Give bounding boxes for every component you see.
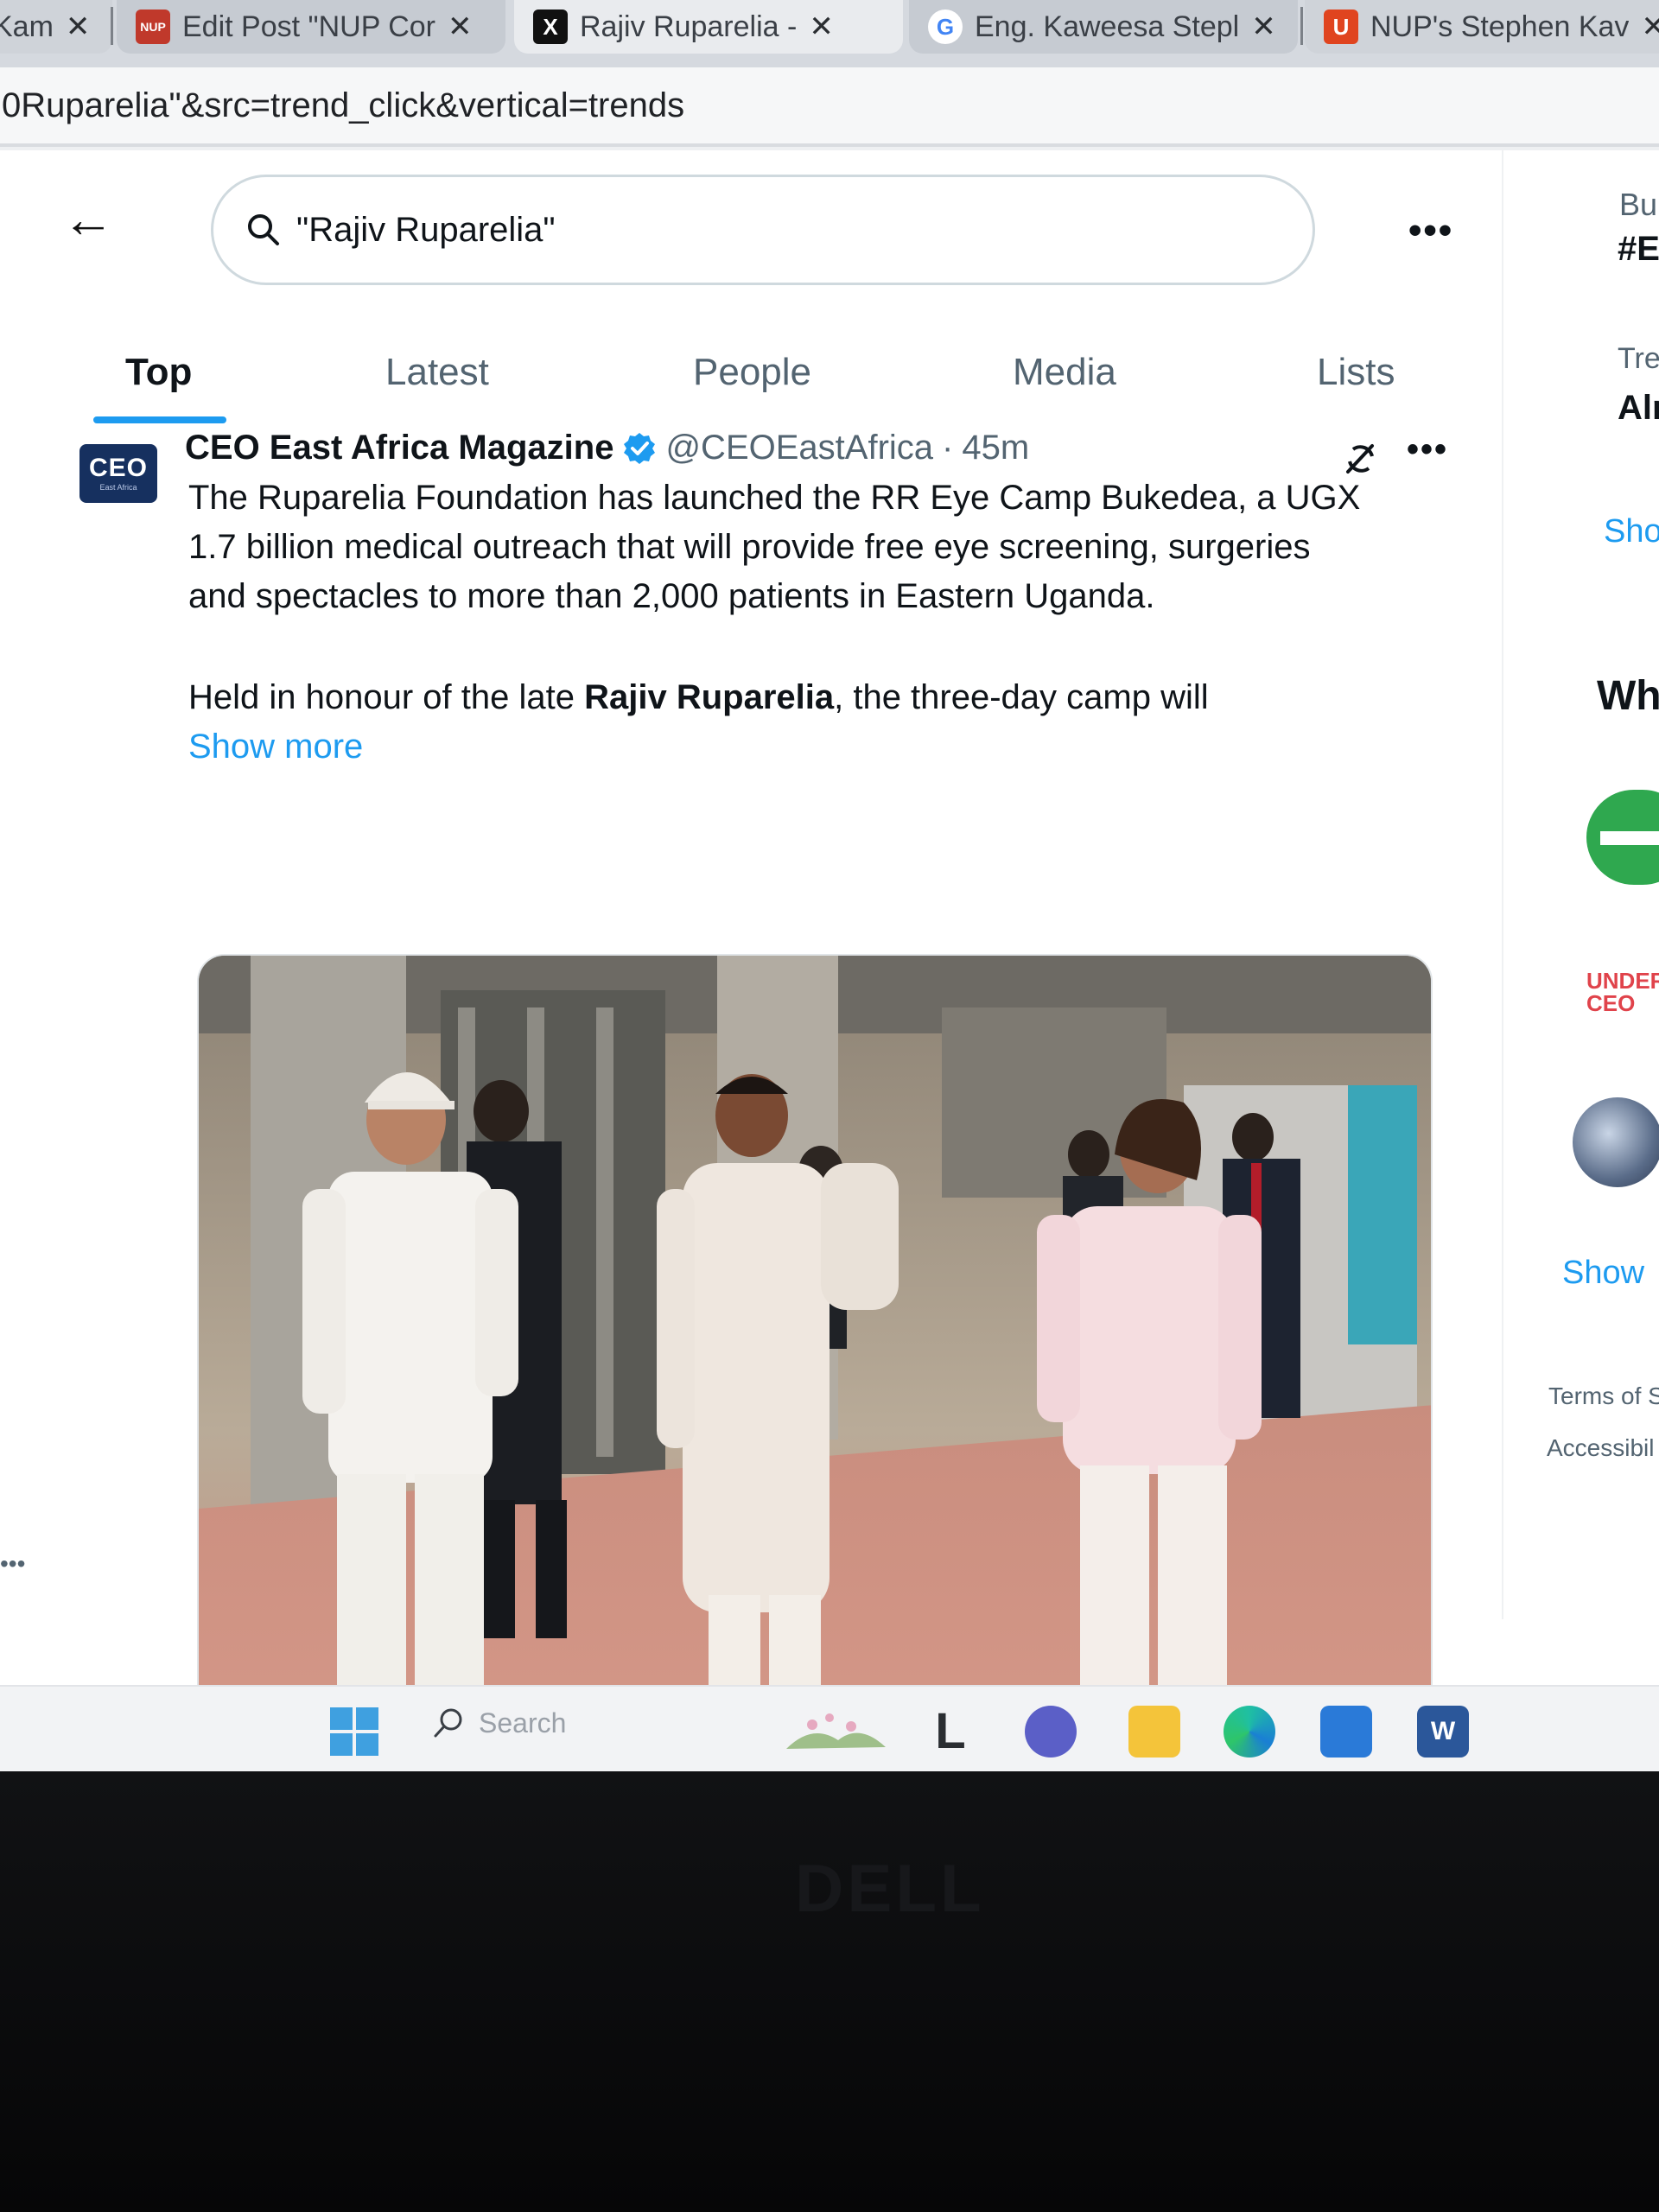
app-l-icon[interactable]: L [925, 1706, 976, 1758]
post-timestamp[interactable]: 45m [962, 429, 1029, 467]
tweet[interactable]: CEO East Africa CEO East Africa Magazine… [0, 418, 1502, 1771]
sidebar-show-more-link[interactable]: Sho [1604, 513, 1659, 550]
close-tab-icon[interactable]: ✕ [448, 10, 473, 44]
google-favicon-icon: G [928, 10, 963, 44]
suggested-account-logo[interactable]: UNDER CEO [1586, 969, 1659, 1014]
browser-tab-title: Kam [0, 10, 54, 43]
browser-tab-title: Rajiv Ruparelia - [580, 10, 798, 43]
logo-subtext: CEO [1586, 990, 1636, 1016]
tweet-text-segment: , the three-day camp will [834, 678, 1209, 716]
tweet-more-icon[interactable]: ••• [1407, 430, 1448, 469]
close-tab-icon[interactable]: ✕ [809, 10, 834, 44]
avatar-logo-text: CEO [88, 454, 148, 482]
tab-lists[interactable]: Lists [1317, 351, 1395, 394]
nup-favicon-icon: NUP [136, 10, 170, 44]
tweet-paragraph: Held in honour of the late Rajiv Ruparel… [188, 673, 1450, 722]
suggested-account-avatar[interactable] [1586, 790, 1659, 885]
tab-people[interactable]: People [693, 351, 811, 394]
close-tab-icon[interactable]: ✕ [1641, 10, 1659, 44]
browser-tab[interactable]: NUP Edit Post "NUP Cor ✕ [117, 0, 505, 54]
tweet-paragraph: The Ruparelia Foundation has launched th… [188, 479, 1361, 615]
chat-icon[interactable] [1025, 1706, 1077, 1758]
search-icon [245, 211, 283, 249]
browser-tab[interactable]: Kam ✕ [0, 0, 112, 54]
browser-tab-strip: Kam ✕ NUP Edit Post "NUP Cor ✕ X Rajiv R… [0, 0, 1659, 67]
separator-dot: · [942, 429, 954, 467]
tab-separator [111, 7, 113, 45]
edge-browser-icon[interactable] [1224, 1706, 1275, 1758]
tweet-header: CEO East Africa Magazine @CEOEastAfrica … [185, 429, 1029, 467]
monitor-bezel [0, 1771, 1659, 2212]
highlighted-search-term: Rajiv Ruparelia [584, 678, 835, 716]
address-bar[interactable]: 0Ruparelia"&src=trend_click&vertical=tre… [0, 67, 1659, 147]
terms-link[interactable]: Terms of S [1548, 1382, 1659, 1410]
tab-latest[interactable]: Latest [385, 351, 489, 394]
author-handle[interactable]: @CEOEastAfrica [665, 429, 933, 467]
taskbar-search[interactable]: Search [432, 1706, 566, 1740]
search-query-text: "Rajiv Ruparelia" [296, 210, 556, 249]
tweet-text: The Ruparelia Foundation has launched th… [188, 474, 1450, 772]
back-arrow-icon[interactable]: ← [62, 194, 114, 245]
suggested-account-avatar[interactable] [1573, 1097, 1659, 1187]
widgets-icon[interactable] [778, 1706, 890, 1758]
u-favicon-icon: U [1324, 10, 1358, 44]
left-nav-more-icon[interactable]: ••• [0, 1550, 25, 1578]
browser-tab[interactable]: U NUP's Stephen Kav ✕ [1305, 0, 1659, 54]
right-sidebar: Bu #E Tre Alr Sho Wh UNDER CEO Show Term… [1503, 150, 1659, 1771]
browser-tab[interactable]: G Eng. Kaweesa Stepl ✕ [909, 0, 1298, 54]
tab-media[interactable]: Media [1013, 351, 1116, 394]
windows-taskbar: Search L W [0, 1685, 1659, 1771]
avatar-logo-subtext: East Africa [99, 483, 137, 492]
browser-tab-active[interactable]: X Rajiv Ruparelia - ✕ [514, 0, 903, 54]
search-tabs: Top Latest People Media Lists [0, 323, 1502, 427]
sidebar-trend-item[interactable]: Alr [1618, 389, 1659, 428]
author-name[interactable]: CEO East Africa Magazine [185, 429, 613, 467]
tweet-text-segment: Held in honour of the late [188, 678, 585, 716]
dell-logo: DELL [795, 1850, 985, 1926]
sidebar-label: Bu [1619, 187, 1658, 222]
address-url[interactable]: 0Ruparelia"&src=trend_click&vertical=tre… [2, 86, 684, 125]
sidebar-trend-hashtag[interactable]: #E [1618, 230, 1659, 269]
x-search-page: ← "Rajiv Ruparelia" ••• Top Latest Peopl… [0, 150, 1659, 1771]
search-input[interactable]: "Rajiv Ruparelia" [211, 175, 1315, 285]
more-options-icon[interactable]: ••• [1408, 209, 1453, 252]
word-icon[interactable]: W [1417, 1706, 1469, 1758]
who-to-follow-heading: Wh [1597, 673, 1659, 719]
store-icon[interactable] [1320, 1706, 1372, 1758]
show-more-link[interactable]: Show more [188, 722, 1450, 772]
browser-tab-title: Edit Post "NUP Cor [182, 10, 435, 43]
tab-top[interactable]: Top [125, 351, 192, 394]
x-favicon-icon: X [533, 10, 568, 44]
sidebar-label: Tre [1618, 342, 1659, 375]
author-avatar[interactable]: CEO East Africa [79, 444, 157, 503]
file-explorer-icon[interactable] [1128, 1706, 1180, 1758]
browser-tab-title: NUP's Stephen Kav [1370, 10, 1630, 43]
accessibility-link[interactable]: Accessibil [1547, 1434, 1654, 1462]
search-icon [434, 1708, 462, 1738]
close-tab-icon[interactable]: ✕ [66, 10, 91, 44]
tweet-photo[interactable] [197, 954, 1433, 1771]
monitor-screen: Kam ✕ NUP Edit Post "NUP Cor ✕ X Rajiv R… [0, 0, 1659, 1771]
browser-tab-title: Eng. Kaweesa Stepl [975, 10, 1240, 43]
sidebar-show-more-link[interactable]: Show [1562, 1255, 1644, 1292]
close-tab-icon[interactable]: ✕ [1251, 10, 1276, 44]
photo-people-walking [199, 956, 1431, 1771]
tab-separator [1300, 7, 1303, 45]
windows-start-icon[interactable] [328, 1706, 380, 1762]
taskbar-search-label: Search [479, 1707, 567, 1738]
verified-badge-icon [622, 431, 657, 466]
